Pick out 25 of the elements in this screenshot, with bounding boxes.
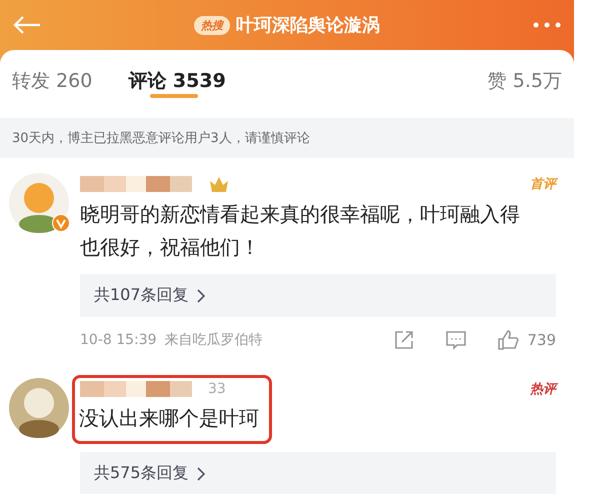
tab[interactable]: 转发 260 xyxy=(12,64,92,98)
comment-icon[interactable] xyxy=(445,329,468,351)
comment-text: 晓明哥的新恋情看起来真的很幸福呢，叶珂融入得也很好，祝福他们！ xyxy=(80,201,521,261)
chevron-icon xyxy=(196,466,205,480)
tab[interactable]: 赞 5.5万 xyxy=(488,64,562,98)
username-fragment: 33 xyxy=(208,381,226,397)
notice-banner: 30天内，博主已拉黑恶意评论用户3人，请谨慎评论 xyxy=(0,118,574,158)
replies-link[interactable]: 共107条回复 xyxy=(80,274,556,317)
comment-tag: 首评 xyxy=(530,175,556,193)
avatar[interactable] xyxy=(8,172,70,234)
comment-tag: 热评 xyxy=(530,380,556,398)
avatar[interactable] xyxy=(8,377,70,439)
like-count: 739 xyxy=(527,331,556,349)
hot-search-badge: 热搜 xyxy=(194,16,230,34)
share-icon[interactable] xyxy=(393,329,416,351)
more-icon[interactable] xyxy=(532,22,562,28)
thumbs-up-icon[interactable] xyxy=(497,329,520,351)
tab[interactable]: 评论 3539 xyxy=(128,64,226,98)
chevron-icon xyxy=(196,288,205,302)
back-arrow-icon[interactable] xyxy=(12,15,42,35)
comment-text: 没认出来哪个是叶珂 xyxy=(79,405,259,432)
replies-link[interactable]: 共575条回复 xyxy=(80,452,556,494)
page-title: 叶珂深陷舆论漩涡 xyxy=(236,14,380,37)
comment-time: 10-8 15:39 xyxy=(80,332,157,348)
comment-source: 来自吃瓜罗伯特 xyxy=(164,331,264,349)
